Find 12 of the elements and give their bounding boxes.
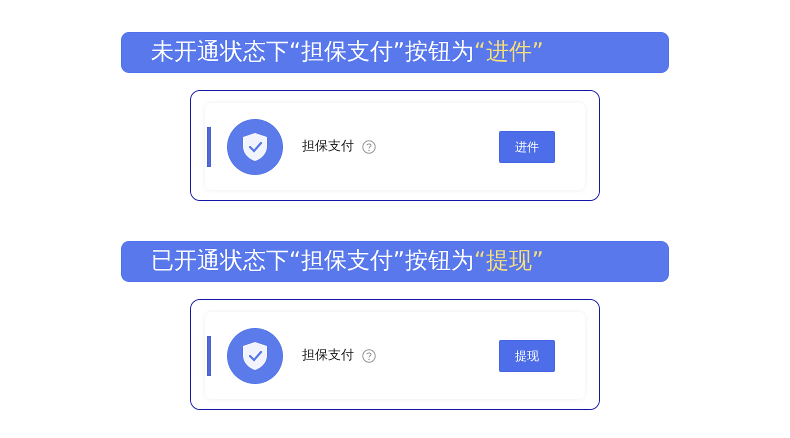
caption-text: 未开通状态下“担保支付”按钮为 xyxy=(151,38,474,68)
highlight-text: “进件” xyxy=(474,38,544,68)
payment-label: 担保支付 xyxy=(302,138,354,156)
help-icon[interactable] xyxy=(362,348,376,362)
accent-bar xyxy=(207,126,211,166)
caption-text: 已开通状态下“担保支付”按钮为 xyxy=(151,247,474,276)
accent-bar xyxy=(207,336,211,376)
payment-label: 担保支付 xyxy=(302,346,354,365)
help-icon[interactable] xyxy=(362,140,376,154)
action-button[interactable]: 进件 xyxy=(499,130,555,162)
action-button[interactable]: 提现 xyxy=(499,340,555,372)
highlight-text: “提现” xyxy=(474,247,544,276)
